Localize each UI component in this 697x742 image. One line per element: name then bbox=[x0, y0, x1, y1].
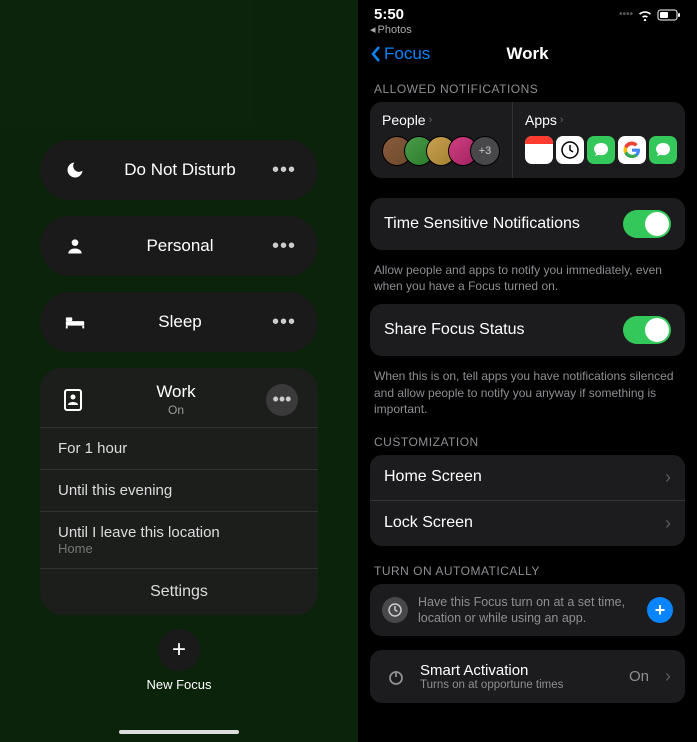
share-status-desc: When this is on, tell apps you have noti… bbox=[358, 362, 697, 427]
allowed-people[interactable]: People › +3 bbox=[370, 102, 513, 178]
ellipsis-icon[interactable]: ••• bbox=[272, 235, 296, 258]
add-focus-button[interactable]: + bbox=[158, 629, 200, 671]
focus-menu-panel: Do Not Disturb ••• Personal ••• Sleep ••… bbox=[0, 0, 358, 742]
clock-badge-icon bbox=[382, 597, 408, 623]
chevron-right-icon: › bbox=[665, 467, 671, 488]
auto-card: Have this Focus turn on at a set time, l… bbox=[370, 584, 685, 637]
moon-icon bbox=[62, 160, 88, 180]
ellipsis-icon[interactable]: ••• bbox=[272, 311, 296, 334]
smart-activation-row[interactable]: Smart Activation Turns on at opportune t… bbox=[370, 650, 685, 703]
allowed-apps[interactable]: Apps › bbox=[513, 102, 689, 178]
section-header-allowed: ALLOWED NOTIFICATIONS bbox=[358, 74, 697, 102]
share-status-toggle[interactable] bbox=[623, 316, 671, 344]
back-caret-icon: ◂ bbox=[370, 23, 376, 36]
status-time: 5:50 bbox=[374, 6, 404, 23]
sms-app-icon bbox=[649, 136, 677, 164]
section-header-customization: CUSTOMIZATION bbox=[358, 427, 697, 455]
focus-card-header[interactable]: Work On ••• bbox=[40, 368, 318, 427]
focus-card-status: On bbox=[86, 403, 266, 417]
time-sensitive-label: Time Sensitive Notifications bbox=[384, 215, 623, 233]
smart-activation-card: Smart Activation Turns on at opportune t… bbox=[370, 650, 685, 703]
auto-description-row: Have this Focus turn on at a set time, l… bbox=[370, 584, 685, 637]
time-sensitive-card: Time Sensitive Notifications bbox=[370, 198, 685, 250]
person-icon bbox=[62, 236, 88, 256]
duration-option[interactable]: Until this evening bbox=[40, 469, 318, 511]
ellipsis-icon[interactable]: ••• bbox=[272, 159, 296, 182]
calendar-app-icon bbox=[525, 136, 553, 164]
messages-app-icon bbox=[587, 136, 615, 164]
new-focus-label: New Focus bbox=[0, 677, 358, 692]
share-status-card: Share Focus Status bbox=[370, 304, 685, 356]
share-status-label: Share Focus Status bbox=[384, 321, 623, 339]
lock-screen-row[interactable]: Lock Screen › bbox=[370, 500, 685, 546]
chevron-right-icon: › bbox=[665, 666, 671, 687]
app-icons bbox=[525, 136, 677, 164]
home-screen-row[interactable]: Home Screen › bbox=[370, 455, 685, 500]
focus-settings-panel: 5:50 •••• ◂ Photos Focus Work ALLOWED NO… bbox=[358, 0, 697, 742]
focus-mode-work-card: Work On ••• For 1 hour Until this evenin… bbox=[40, 368, 318, 615]
focus-mode-personal[interactable]: Personal ••• bbox=[40, 216, 318, 276]
back-to-app[interactable]: ◂ Photos bbox=[358, 23, 697, 36]
focus-mode-label: Personal bbox=[88, 236, 272, 256]
chevron-left-icon bbox=[370, 45, 382, 63]
dots-icon: •••• bbox=[619, 9, 633, 20]
chevron-right-icon: › bbox=[665, 513, 671, 534]
duration-option[interactable]: For 1 hour bbox=[40, 427, 318, 469]
add-automation-button[interactable]: + bbox=[647, 597, 673, 623]
badge-icon bbox=[60, 389, 86, 411]
google-app-icon bbox=[618, 136, 646, 164]
customization-card: Home Screen › Lock Screen › bbox=[370, 455, 685, 546]
focus-mode-label: Do Not Disturb bbox=[88, 160, 272, 180]
people-avatars: +3 bbox=[382, 136, 500, 166]
wifi-icon bbox=[637, 9, 653, 21]
nav-bar: Focus Work bbox=[358, 36, 697, 74]
focus-mode-label: Sleep bbox=[88, 312, 272, 332]
focus-mode-sleep[interactable]: Sleep ••• bbox=[40, 292, 318, 352]
avatar-more: +3 bbox=[470, 136, 500, 166]
bed-icon bbox=[62, 314, 88, 330]
power-icon bbox=[384, 667, 408, 687]
new-focus: + New Focus bbox=[0, 629, 358, 692]
home-indicator[interactable] bbox=[119, 730, 239, 734]
focus-settings-link[interactable]: Settings bbox=[40, 568, 318, 615]
section-header-auto: TURN ON AUTOMATICALLY bbox=[358, 556, 697, 584]
chevron-right-icon: › bbox=[429, 114, 433, 126]
chevron-right-icon: › bbox=[560, 114, 564, 126]
allowed-notifications-card: People › +3 Apps › bbox=[370, 102, 685, 178]
nav-back-button[interactable]: Focus bbox=[370, 44, 430, 64]
status-bar: 5:50 •••• bbox=[358, 0, 697, 23]
ellipsis-button[interactable]: ••• bbox=[266, 384, 298, 416]
clock-app-icon bbox=[556, 136, 584, 164]
focus-mode-dnd[interactable]: Do Not Disturb ••• bbox=[40, 140, 318, 200]
time-sensitive-desc: Allow people and apps to notify you imme… bbox=[358, 256, 697, 304]
duration-option[interactable]: Until I leave this location Home bbox=[40, 511, 318, 568]
focus-card-title: Work bbox=[86, 382, 266, 402]
battery-icon bbox=[657, 9, 681, 21]
time-sensitive-toggle[interactable] bbox=[623, 210, 671, 238]
